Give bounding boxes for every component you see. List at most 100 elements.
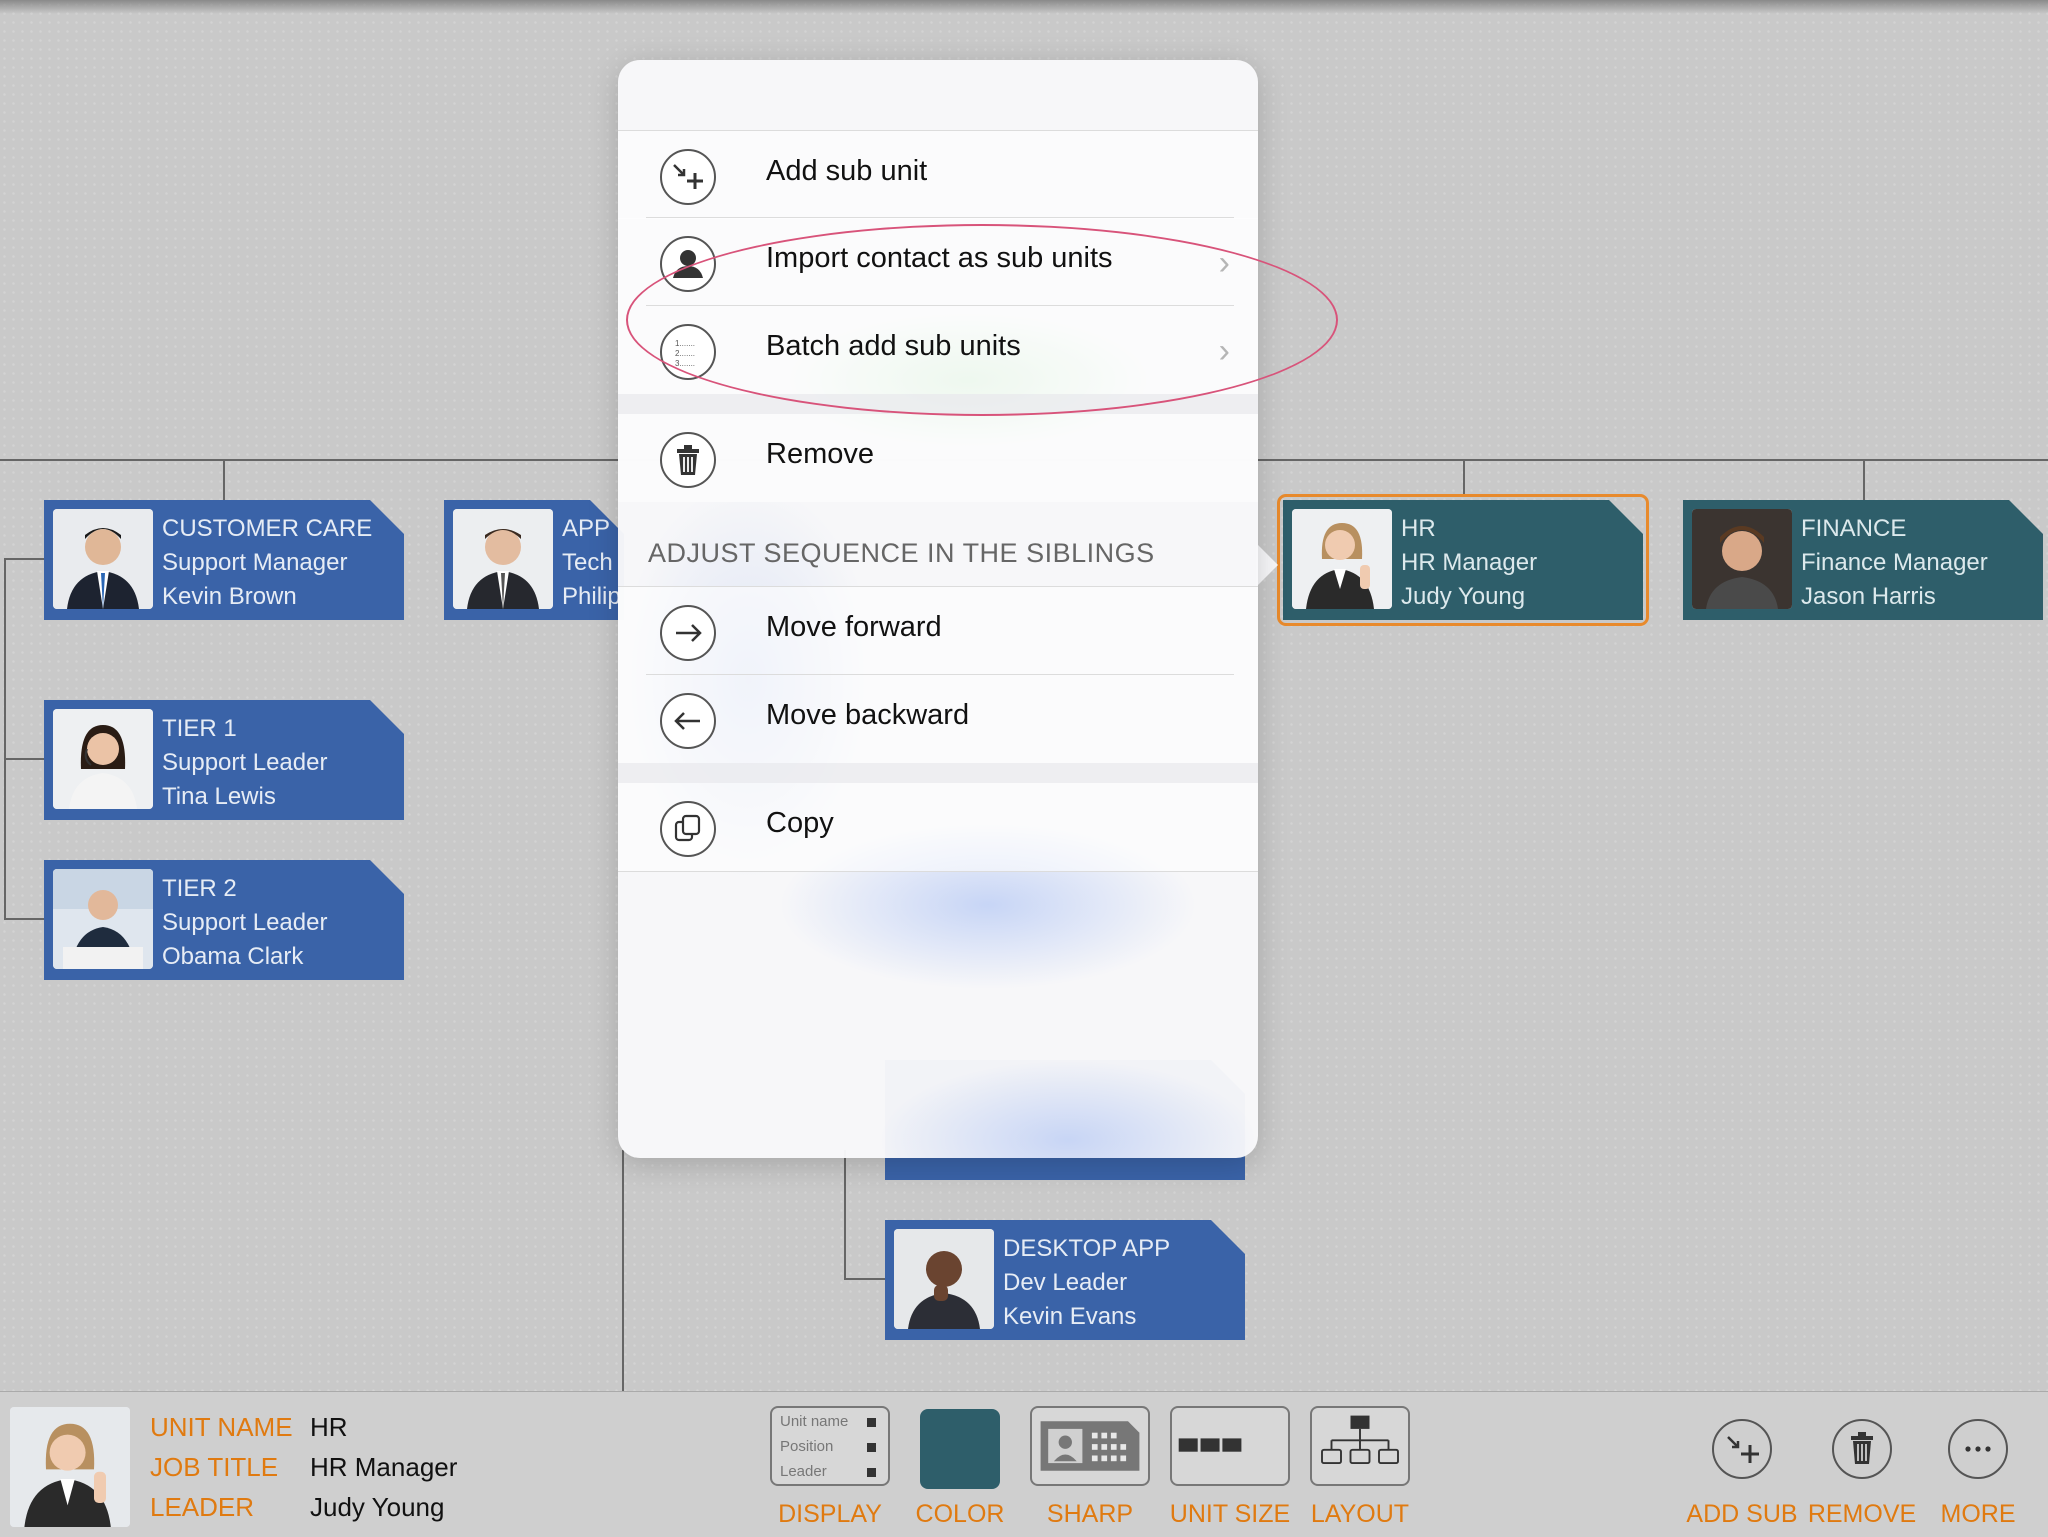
unit-name: DESKTOP APP (1003, 1235, 1171, 1262)
unit-position: Support Leader (162, 909, 328, 936)
card-text: CUSTOMER CARE Support Manager Kevin Brow… (162, 512, 396, 614)
unit-name-value[interactable]: HR (310, 1412, 348, 1443)
unit-leader: Tina Lewis (162, 783, 276, 810)
connector (844, 1278, 886, 1280)
unit-position: Dev Leader (1003, 1269, 1128, 1296)
display-preview-line: Position (780, 1438, 834, 1455)
menu-item-label: Move backward (766, 699, 970, 731)
connector (4, 758, 46, 760)
org-unit-finance[interactable]: FINANCE Finance Manager Jason Harris (1683, 500, 2043, 620)
unit-position: Support Manager (162, 549, 348, 576)
display-preview-line: Unit name (780, 1413, 849, 1430)
org-unit-tier-1[interactable]: TIER 1 Support Leader Tina Lewis (44, 700, 404, 820)
connector (4, 918, 46, 920)
leader-key: LEADER (150, 1492, 255, 1522)
job-title-value[interactable]: HR Manager (310, 1452, 457, 1483)
card-text: DESKTOP APP Dev Leader Kevin Evans (1003, 1232, 1237, 1334)
display-preview-dot (867, 1443, 876, 1452)
unit-name-key: UNIT NAME (150, 1412, 293, 1442)
org-unit-tier-2[interactable]: TIER 2 Support Leader Obama Clark (44, 860, 404, 980)
avatar (894, 1229, 994, 1329)
unit-leader: Judy Young (1401, 583, 1526, 610)
menu-item-add-sub-unit[interactable]: Add sub unit (618, 131, 1258, 219)
menu-item-label: Add sub unit (766, 155, 928, 187)
display-preview-dot (867, 1468, 876, 1477)
connector (4, 558, 6, 920)
org-unit-app[interactable]: APP Tech Philip (444, 500, 624, 620)
more-label: MORE (1940, 1500, 2016, 1528)
trash-icon (1851, 1432, 1873, 1464)
avatar (1292, 509, 1392, 609)
highlight-ellipse (626, 224, 1338, 416)
menu-item-label: Copy (766, 807, 834, 839)
more-button[interactable] (1948, 1419, 2008, 1479)
selected-unit-avatar[interactable] (10, 1407, 130, 1527)
unit-name: FINANCE (1801, 515, 1907, 542)
card-text: FINANCE Finance Manager Jason Harris (1801, 512, 2035, 614)
unit-position: HR Manager (1401, 549, 1538, 576)
connector (4, 558, 46, 560)
hierarchy-icon (1321, 1415, 1399, 1465)
divider (618, 871, 1258, 872)
connector (223, 459, 225, 501)
display-preview-line: Leader (780, 1463, 827, 1480)
unit-size-button[interactable] (1170, 1406, 1290, 1486)
org-unit-hr[interactable]: HR HR Manager Judy Young (1277, 494, 1649, 626)
unit-leader: Jason Harris (1801, 583, 1936, 610)
menu-item-move-backward[interactable]: Move backward (618, 675, 1258, 763)
top-shadow (0, 0, 2048, 14)
card-text: HR HR Manager Judy Young (1401, 512, 1635, 614)
leader-value[interactable]: Judy Young (310, 1492, 444, 1523)
job-title-key: JOB TITLE (150, 1452, 279, 1482)
avatar (1692, 509, 1792, 609)
connector (1863, 459, 1865, 501)
unit-position: Support Leader (162, 749, 328, 776)
color-button[interactable] (920, 1409, 1000, 1489)
unit-name: CUSTOMER CARE (162, 515, 373, 542)
connector (622, 1150, 624, 1391)
unit-leader: Philip (562, 583, 621, 610)
unit-size-label: UNIT SIZE (1169, 1500, 1291, 1528)
menu-item-move-forward[interactable]: Move forward (618, 587, 1258, 675)
layout-label: LAYOUT (1310, 1500, 1410, 1528)
org-unit-customer-care[interactable]: CUSTOMER CARE Support Manager Kevin Brow… (44, 500, 404, 620)
unit-leader: Obama Clark (162, 943, 304, 970)
card-text: TIER 1 Support Leader Tina Lewis (162, 712, 396, 814)
sharp-label: SHARP (1046, 1500, 1134, 1528)
add-sub-button[interactable] (1712, 1419, 1772, 1479)
color-label: COLOR (915, 1500, 1005, 1528)
trash-icon (660, 432, 716, 488)
avatar (53, 709, 153, 809)
remove-button[interactable] (1832, 1419, 1892, 1479)
layout-button[interactable] (1310, 1406, 1410, 1486)
unit-name: TIER 1 (162, 715, 237, 742)
unit-position: Tech (562, 549, 613, 576)
arrow-right-icon (660, 605, 716, 661)
sharp-button[interactable] (1030, 1406, 1150, 1486)
add-sub-label: ADD SUB (1686, 1500, 1798, 1528)
connector (1463, 459, 1465, 497)
menu-item-copy[interactable]: Copy (618, 783, 1258, 871)
remove-label: REMOVE (1807, 1500, 1917, 1528)
display-button[interactable]: Unit name Position Leader (770, 1406, 890, 1486)
card-text: TIER 2 Support Leader Obama Clark (162, 872, 396, 974)
blur-effect (878, 1060, 1258, 1158)
display-label: DISPLAY (778, 1500, 882, 1528)
avatar (453, 509, 553, 609)
connector (844, 1150, 846, 1280)
menu-item-remove[interactable]: Remove (618, 414, 1258, 502)
add-sub-unit-icon (660, 149, 716, 205)
avatar (53, 509, 153, 609)
copy-icon (660, 801, 716, 857)
org-unit-desktop-app[interactable]: DESKTOP APP Dev Leader Kevin Evans (885, 1220, 1245, 1340)
unit-leader: Kevin Brown (162, 583, 297, 610)
menu-item-label: Remove (766, 438, 874, 470)
unit-size-icon (1178, 1438, 1242, 1452)
unit-name: HR (1401, 515, 1436, 542)
section-header: ADJUST SEQUENCE IN THE SIBLINGS (648, 538, 1155, 568)
display-preview-dot (867, 1418, 876, 1427)
card-text: APP Tech Philip (562, 512, 624, 614)
popover-arrow (1256, 543, 1278, 587)
unit-name: APP (562, 515, 611, 542)
menu-item-label: Move forward (766, 611, 942, 643)
